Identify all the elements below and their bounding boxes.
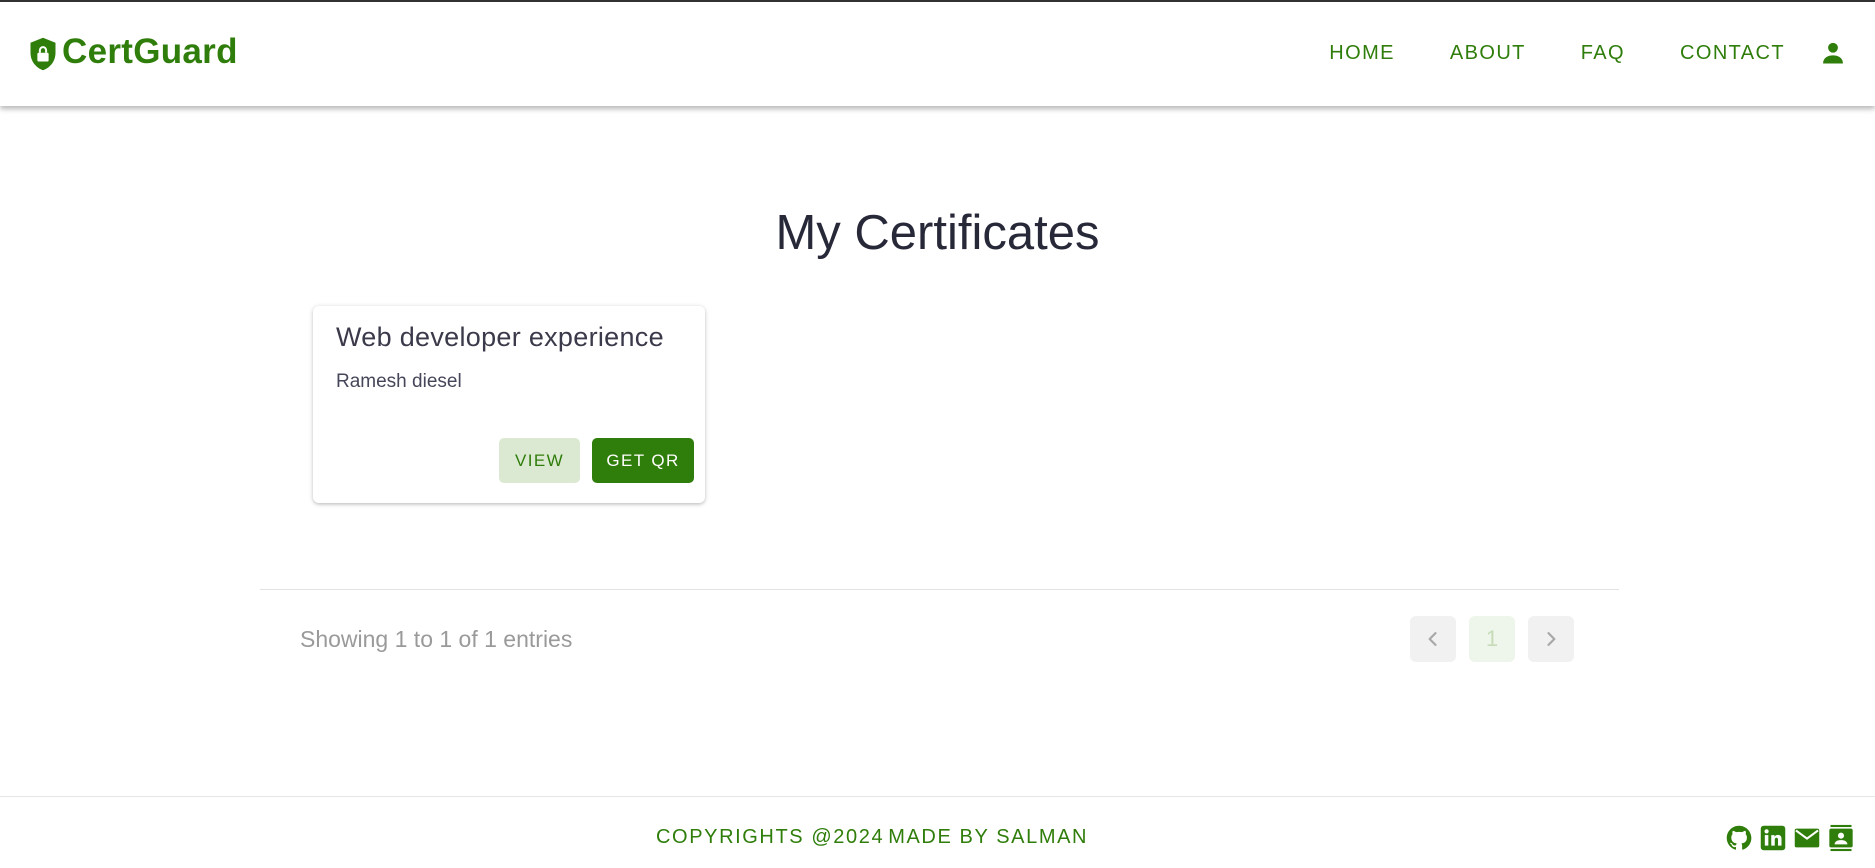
certificate-recipient: Ramesh diesel <box>336 371 462 392</box>
chevron-left-icon <box>1428 632 1437 646</box>
shield-lock-icon <box>30 37 56 71</box>
prev-page-button[interactable] <box>1410 616 1456 662</box>
copyright-text: COPYRIGHTS @2024 <box>656 826 885 848</box>
entries-info: Showing 1 to 1 of 1 entries <box>300 626 573 652</box>
nav-home[interactable]: HOME <box>1315 32 1409 75</box>
navbar: CertGuard HOME ABOUT FAQ CONTACT <box>0 2 1875 106</box>
nav-faq[interactable]: FAQ <box>1567 32 1639 75</box>
contact-card-icon <box>1829 824 1853 852</box>
linkedin-link[interactable] <box>1758 823 1788 853</box>
page-number-button[interactable]: 1 <box>1469 616 1515 662</box>
get-qr-button[interactable]: GET QR <box>592 438 694 483</box>
brand-name: CertGuard <box>62 32 238 71</box>
linkedin-icon <box>1760 825 1786 851</box>
footer-divider <box>0 796 1875 797</box>
github-icon <box>1726 825 1752 850</box>
mail-icon <box>1794 828 1820 848</box>
made-by-text: MADE BY SALMAN <box>888 826 1089 848</box>
certificate-title: Web developer experience <box>336 322 664 352</box>
footer-copyright: COPYRIGHTS @2024 MADE BY SALMAN <box>656 826 1092 849</box>
github-link[interactable] <box>1724 823 1754 853</box>
contact-link[interactable] <box>1826 823 1856 853</box>
page-title: My Certificates <box>775 206 1100 260</box>
brand-logo[interactable]: CertGuard <box>28 32 238 72</box>
email-link[interactable] <box>1792 823 1822 853</box>
social-links <box>1724 823 1856 853</box>
divider <box>260 589 1619 590</box>
certificate-card: Web developer experience Ramesh diesel V… <box>313 306 705 503</box>
view-button[interactable]: VIEW <box>499 438 580 483</box>
chevron-right-icon <box>1547 632 1556 646</box>
person-icon <box>1823 42 1843 64</box>
nav-about[interactable]: ABOUT <box>1436 32 1540 75</box>
nav-contact[interactable]: CONTACT <box>1666 32 1799 75</box>
next-page-button[interactable] <box>1528 616 1574 662</box>
user-account-button[interactable] <box>1813 33 1853 73</box>
main-nav: HOME ABOUT FAQ CONTACT <box>1315 28 1853 78</box>
